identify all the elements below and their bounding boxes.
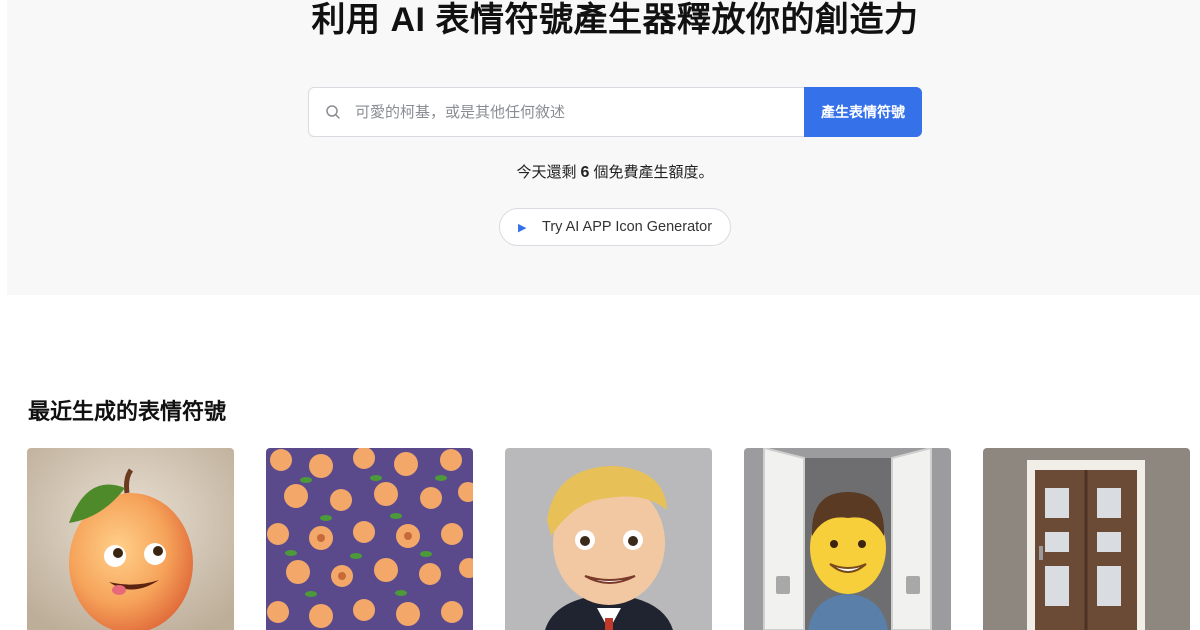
quota-count: 6 (580, 164, 590, 181)
recent-emojis-title: 最近生成的表情符號 (28, 399, 227, 424)
search-icon (326, 105, 340, 119)
try-app-icon-generator-button[interactable]: ▶ Try AI APP Icon Generator (499, 208, 731, 246)
search-input[interactable] (355, 103, 775, 121)
quota-suffix: 個免費產生額度。 (593, 164, 714, 181)
emoji-tile[interactable] (983, 448, 1190, 630)
blond-man-emoji (505, 448, 712, 630)
peach-pattern-emoji (266, 448, 473, 630)
page-title: 利用 AI 表情符號產生器釋放你的創造力 (311, 1, 919, 39)
emoji-tile[interactable] (744, 448, 951, 630)
play-icon: ▶ (518, 221, 527, 234)
search-box[interactable] (308, 87, 804, 137)
emoji-tile[interactable] (505, 448, 712, 630)
generate-emoji-button[interactable]: 產生表情符號 (804, 87, 922, 137)
peach-face-emoji (27, 448, 234, 630)
door-emoji (983, 448, 1190, 630)
quota-prefix: 今天還剩 (516, 164, 577, 181)
try-label: Try AI APP Icon Generator (542, 219, 713, 235)
emoji-tile[interactable] (27, 448, 234, 630)
quota-text: 今天還剩 6 個免費產生額度。 (7, 163, 1200, 183)
hero-section: 利用 AI 表情符號產生器釋放你的創造力 產生表情符號 今天還剩6個免費產生額度… (7, 0, 1200, 295)
emoji-tile[interactable] (266, 448, 473, 630)
man-in-doorway-emoji (744, 448, 951, 630)
recent-emoji-grid (27, 448, 1190, 630)
